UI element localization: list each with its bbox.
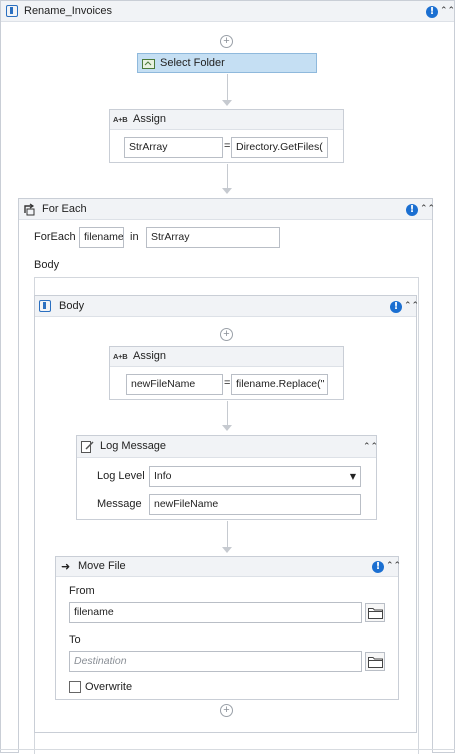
from-label: From [69,585,95,597]
foreach-in-label: in [130,231,139,243]
select-folder-activity[interactable]: Select Folder [137,53,317,73]
add-activity-plus-icon[interactable]: + [220,35,233,48]
connector-arrow [222,547,232,553]
assign-equals: = [224,377,231,389]
overwrite-checkbox[interactable] [69,681,81,693]
foreach-collection-field[interactable]: StrArray [146,227,280,248]
log-message-header: Log Message ⌃⌃ [77,436,378,458]
move-file-title: Move File [78,560,126,572]
folder-icon [142,58,155,72]
log-level-value: Info [154,470,172,482]
move-file-header: ➜ Move File ! ⌃⌃ [56,557,401,577]
warning-icon[interactable]: ! [406,204,418,216]
log-level-label: Log Level [97,470,145,482]
assign-icon: A+B [113,115,128,124]
collapse-icon[interactable]: ⌃⌃ [440,6,455,16]
warning-icon[interactable]: ! [372,561,384,573]
connector-arrow [222,100,232,106]
assign-title: Assign [133,350,167,362]
log-message-title: Log Message [100,440,167,452]
assign-icon: A+B [113,352,128,361]
add-activity-plus-icon[interactable]: + [220,704,233,717]
assign-activity-2[interactable]: A+B Assign newFileName = filename.Replac… [109,346,344,400]
browse-folder-icon[interactable] [365,652,385,671]
log-icon [81,440,95,456]
foreach-title: For Each [42,203,87,215]
log-level-select[interactable]: Info ▼ [149,466,361,487]
collapse-icon[interactable]: ⌃⌃ [363,442,378,452]
assign-header: A+B Assign [110,347,343,367]
connector [227,521,228,547]
assign-value-field[interactable]: Directory.GetFiles( [231,137,328,158]
to-field[interactable]: Destination [69,651,362,672]
sequence-icon [39,300,51,312]
workflow-header[interactable]: Rename_Invoices ! ⌃⌃ [1,1,455,22]
workflow-title: Rename_Invoices [24,5,113,17]
assign-header: A+B Assign [110,110,343,130]
dropdown-arrow-icon: ▼ [349,472,356,481]
log-message-label: Message [97,498,142,510]
log-message-activity[interactable]: Log Message ⌃⌃ Log Level Info ▼ Message … [76,435,378,520]
assign-activity-1[interactable]: A+B Assign StrArray = Directory.GetFiles… [109,109,344,163]
connector [227,401,228,425]
assign-value-field[interactable]: filename.Replace(" [231,374,328,395]
move-file-activity[interactable]: ➜ Move File ! ⌃⌃ From filename To Destin… [55,556,401,700]
bottom-divider [0,749,455,750]
body-title: Body [59,300,85,312]
foreach-body-label: Body [34,259,60,271]
assign-equals: = [224,140,231,152]
sequence-icon [6,5,18,17]
move-arrow-icon: ➜ [61,560,71,573]
body-header[interactable]: Body ! ⌃⌃ [35,296,419,317]
connector [227,164,228,188]
connector [227,74,228,100]
foreach-icon [23,203,36,219]
collapse-icon[interactable]: ⌃⌃ [404,301,419,311]
warning-icon[interactable]: ! [390,301,402,313]
select-folder-label: Select Folder [160,57,225,69]
foreach-header[interactable]: For Each ! ⌃⌃ [19,199,435,220]
collapse-icon[interactable]: ⌃⌃ [420,204,435,214]
warning-icon[interactable]: ! [426,6,438,18]
browse-folder-icon[interactable] [365,603,385,622]
assign-to-field[interactable]: StrArray [124,137,223,158]
overwrite-label: Overwrite [85,681,133,693]
log-message-field[interactable]: newFileName [149,494,361,515]
foreach-label: ForEach [34,231,76,243]
foreach-item-field[interactable]: filename [79,227,124,248]
from-field[interactable]: filename [69,602,362,623]
assign-to-field[interactable]: newFileName [126,374,223,395]
add-activity-plus-icon[interactable]: + [220,328,233,341]
assign-title: Assign [133,113,167,125]
connector-arrow [222,188,232,194]
collapse-icon[interactable]: ⌃⌃ [386,561,401,571]
to-label: To [69,634,81,646]
connector-arrow [222,425,232,431]
